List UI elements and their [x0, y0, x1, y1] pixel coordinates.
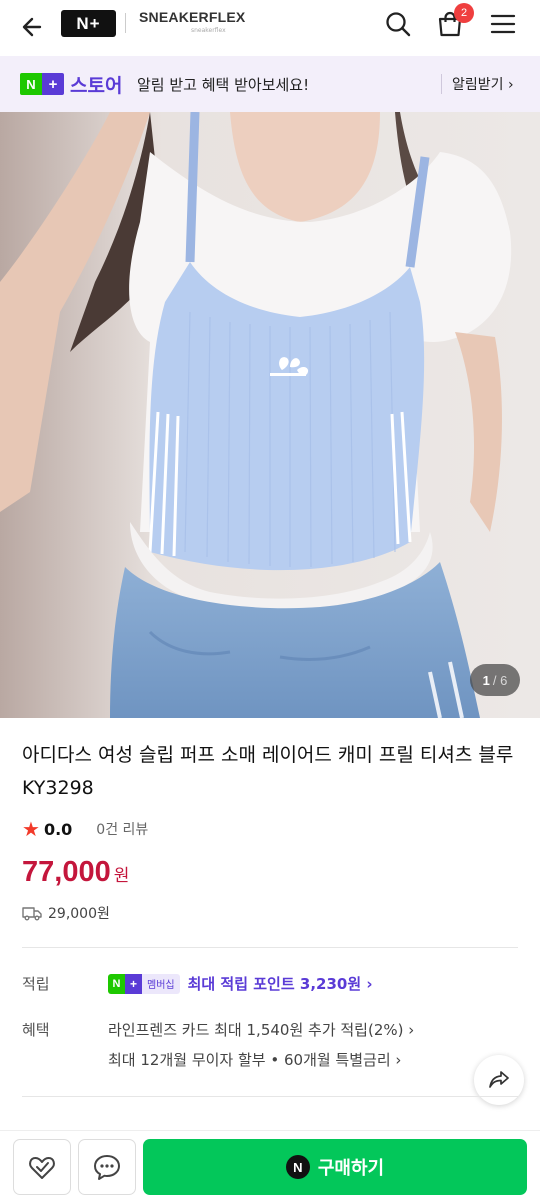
chat-bubble-icon [94, 1155, 120, 1180]
image-counter: 1 / 6 [470, 664, 520, 696]
badge-membership-text: 멤버십 [142, 973, 180, 994]
section-divider-2 [22, 1096, 518, 1097]
bottom-action-bar: N 구매하기 [0, 1130, 540, 1200]
menu-button[interactable] [485, 6, 521, 42]
naver-plus-store-logo: N + [20, 73, 64, 95]
back-button[interactable] [16, 10, 50, 44]
price-unit: 원 [113, 866, 130, 886]
image-current-index: 1 [482, 672, 490, 688]
section-divider [22, 947, 518, 948]
store-name: 스토어 [70, 75, 123, 97]
hamburger-menu-icon [490, 14, 516, 34]
badge-plus: + [125, 973, 142, 994]
product-photo [0, 112, 540, 718]
wishlist-button[interactable] [13, 1139, 71, 1195]
talk-talk-button[interactable] [78, 1139, 136, 1195]
installment-benefit-link[interactable]: 최대 12개월 무이자 할부 • 60개월 특별금리 › [108, 1049, 401, 1070]
banner-message: 알림 받고 혜택 받아보세요! [137, 76, 310, 94]
benefit-label: 혜택 [22, 1021, 50, 1039]
banner-divider [441, 74, 442, 94]
logo-n: N [20, 73, 42, 95]
search-icon [386, 12, 411, 37]
buy-now-button[interactable]: N 구매하기 [143, 1139, 527, 1195]
header-divider [125, 13, 126, 33]
price: 77,000 원 [22, 856, 129, 889]
search-button[interactable] [380, 6, 416, 42]
product-image-carousel[interactable] [0, 112, 540, 718]
naver-plus-logo[interactable]: N+ [61, 10, 116, 37]
shipping-fee: 29,000원 [22, 903, 110, 923]
max-points-text: 최대 적립 포인트 3,230원 › [187, 975, 373, 993]
badge-n: N [108, 973, 125, 994]
share-button[interactable] [474, 1055, 524, 1105]
points-label: 적립 [22, 975, 50, 993]
arrow-left-icon [22, 17, 42, 37]
store-notification-banner[interactable]: N + 스토어 알림 받고 혜택 받아보세요! 알림받기 › [0, 56, 540, 112]
product-title: 아디다스 여성 슬립 퍼프 소매 레이어드 캐미 프릴 티셔츠 블루 KY329… [22, 744, 514, 799]
brand-name: SNEAKERFLEX [139, 9, 246, 25]
image-total: / 6 [492, 672, 508, 688]
cart-count-badge: 2 [454, 3, 474, 23]
rating-row[interactable]: ★ 0.0 0건 리뷰 [22, 818, 148, 840]
rating-value: 0.0 [43, 819, 73, 839]
brand-subtitle: sneakerflex [191, 27, 226, 34]
star-icon: ★ [22, 817, 40, 841]
buy-now-label: 구매하기 [317, 1158, 385, 1179]
subscribe-notification-link[interactable]: 알림받기 › [452, 74, 514, 94]
review-count-link[interactable]: 0건 리뷰 [96, 819, 148, 839]
top-app-bar: N+ SNEAKERFLEX sneakerflex 2 [0, 0, 540, 56]
membership-points-link[interactable]: N + 멤버십 최대 적립 포인트 3,230원 › [108, 973, 373, 994]
naver-pay-icon: N [285, 1155, 310, 1179]
shipping-fee-value: 29,000원 [48, 906, 110, 922]
share-icon [489, 1071, 509, 1088]
brand-logo[interactable]: SNEAKERFLEX sneakerflex [139, 9, 279, 34]
naver-plus-membership-badge: N + 멤버십 [108, 973, 180, 994]
delivery-truck-icon [22, 907, 42, 921]
card-benefit-link[interactable]: 라인프렌즈 카드 최대 1,540원 추가 적립(2%) › [108, 1019, 414, 1040]
heart-check-icon [29, 1157, 55, 1179]
price-value: 77,000 [22, 856, 111, 888]
logo-plus: + [42, 73, 64, 95]
